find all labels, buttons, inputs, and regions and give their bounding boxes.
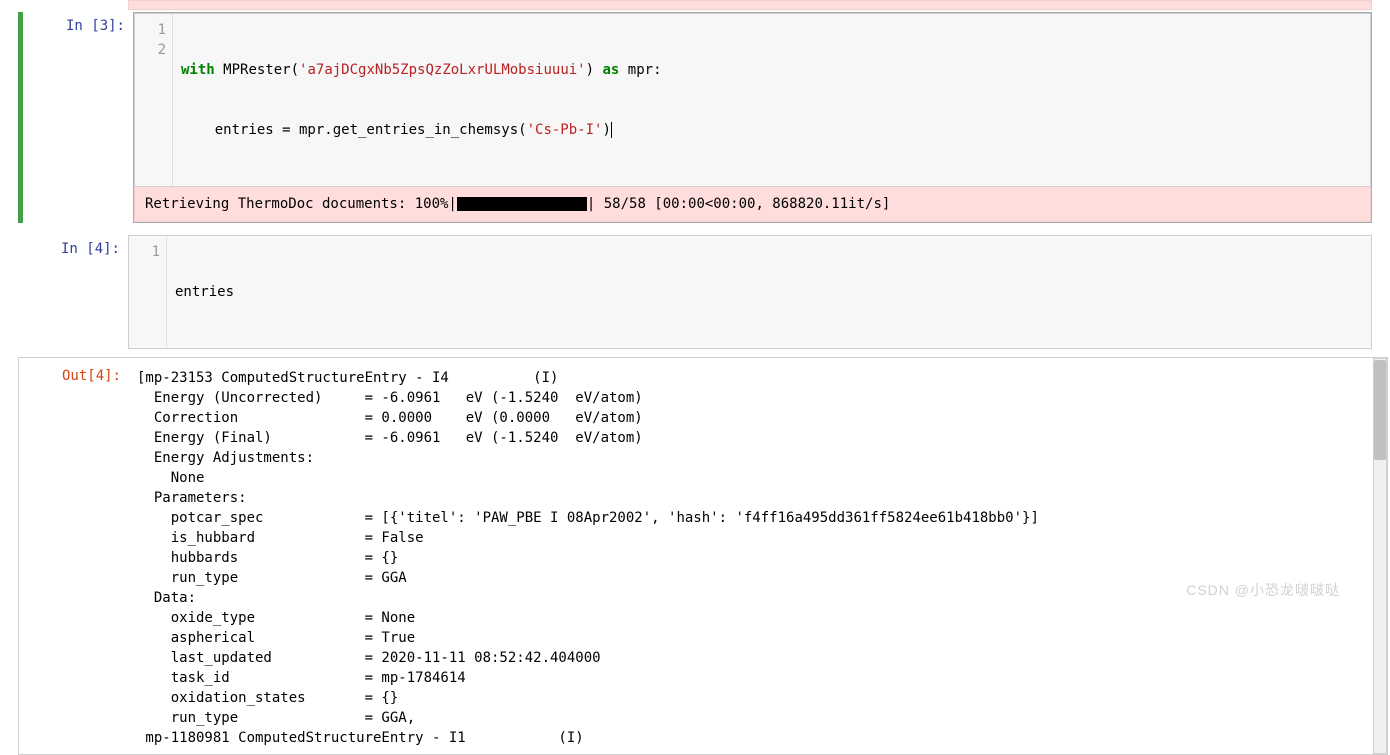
output-scrollbar[interactable]	[1373, 358, 1387, 754]
in-prompt-3: In [3]:	[23, 12, 133, 223]
code-cell-4[interactable]: In [4]: 1 entries	[18, 235, 1390, 349]
code-input-4[interactable]: 1 entries	[128, 235, 1372, 349]
code-input-3[interactable]: 1 2 with MPRester('a7ajDCgxNb5ZpsQzZoLxr…	[134, 13, 1371, 187]
line-gutter: 1	[129, 236, 167, 348]
out-prompt-4: Out[4]:	[19, 362, 129, 754]
code-text-3[interactable]: with MPRester('a7ajDCgxNb5ZpsQzZoLxrULMo…	[173, 14, 1370, 186]
stderr-residual	[128, 0, 1372, 10]
code-text-4[interactable]: entries	[167, 236, 1371, 348]
progress-bar	[457, 197, 587, 211]
in-prompt-4: In [4]:	[18, 235, 128, 349]
scroll-thumb[interactable]	[1374, 360, 1386, 460]
code-cell-3[interactable]: In [3]: 1 2 with MPRester('a7ajDCgxNb5Zp…	[18, 12, 1390, 223]
line-gutter: 1 2	[135, 14, 173, 186]
stderr-output-3: Retrieving ThermoDoc documents: 100%|| 5…	[134, 187, 1371, 222]
text-cursor	[611, 122, 612, 138]
output-cell-4: Out[4]: [mp-23153 ComputedStructureEntry…	[18, 357, 1388, 755]
output-text-4: [mp-23153 ComputedStructureEntry - I4 (I…	[129, 362, 1369, 754]
